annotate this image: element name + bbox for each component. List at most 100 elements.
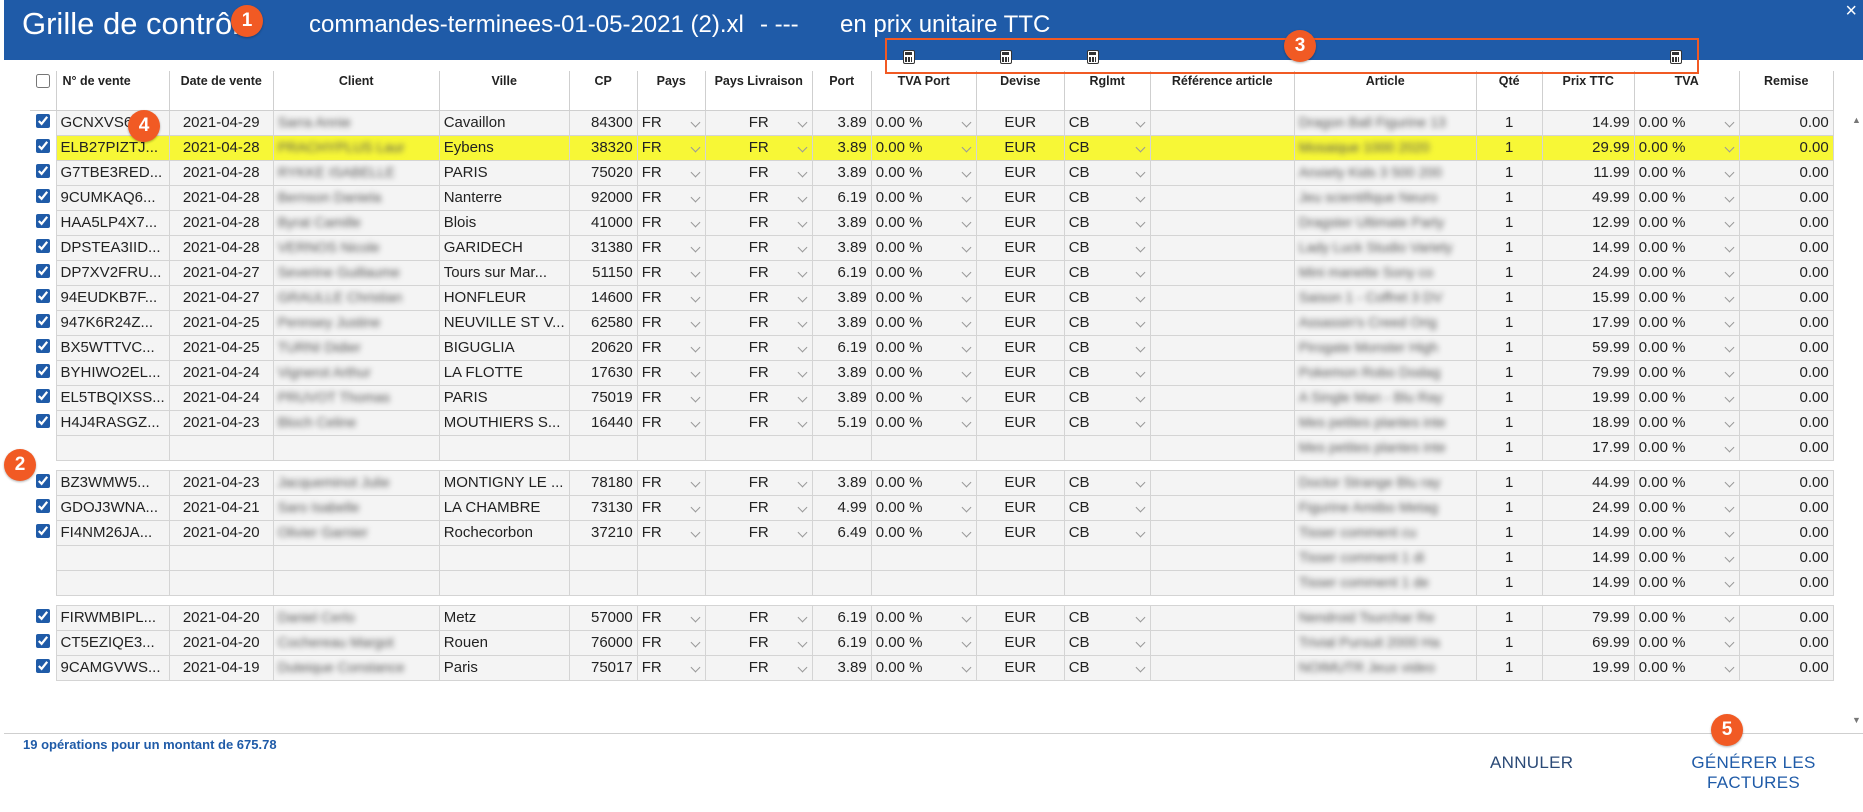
cell-port[interactable]: 6.19: [811, 184, 872, 211]
cell-date[interactable]: 2021-04-19: [168, 654, 274, 681]
cell-port[interactable]: 6.19: [811, 334, 872, 361]
cell-date[interactable]: [168, 569, 274, 596]
cell-article[interactable]: Trivial Pursuit 2000 Ha: [1293, 629, 1477, 656]
cell-cp[interactable]: 38320: [568, 134, 638, 161]
cell-article[interactable]: Dragon Ball Figurine 13: [1293, 109, 1477, 136]
row-checkbox[interactable]: [35, 288, 50, 303]
cell-port[interactable]: 6.19: [811, 604, 872, 631]
cell-tva-port[interactable]: 0.00 %: [870, 234, 977, 261]
cell-prix[interactable]: 49.99: [1541, 184, 1635, 211]
cell-ville[interactable]: [438, 544, 570, 571]
cell-cp[interactable]: 75019: [568, 384, 638, 411]
cell-rglmt[interactable]: CB: [1063, 469, 1151, 496]
cell-ref[interactable]: [1149, 284, 1295, 311]
row-checkbox[interactable]: [35, 473, 50, 488]
cell-livr[interactable]: FR: [704, 134, 813, 161]
cell-num[interactable]: DP7XV2FRU...: [55, 259, 170, 286]
cell-devise[interactable]: EUR: [975, 629, 1065, 656]
calculator-icon[interactable]: [1087, 50, 1099, 64]
cell-date[interactable]: 2021-04-28: [168, 234, 274, 261]
table-row[interactable]: G7TBE3RED... 2021-04-28 RYKKE ISABELLE PARI…: [30, 159, 1834, 186]
cell-tva[interactable]: 0.00 %: [1633, 309, 1740, 336]
cell-pays[interactable]: FR: [636, 519, 706, 546]
cell-rglmt[interactable]: CB: [1063, 409, 1151, 436]
col-header[interactable]: Remise: [1739, 71, 1834, 111]
col-header[interactable]: Qté: [1476, 71, 1543, 111]
cell-remise[interactable]: 0.00: [1738, 569, 1834, 596]
cell-client[interactable]: Pennsey Justine: [272, 309, 440, 336]
cell-ville[interactable]: MOUTHIERS S...: [438, 409, 570, 436]
cell-cp[interactable]: 73130: [568, 494, 638, 521]
cell-ref[interactable]: [1149, 434, 1295, 461]
cell-tva[interactable]: 0.00 %: [1633, 409, 1740, 436]
cell-tva[interactable]: 0.00 %: [1633, 629, 1740, 656]
row-checkbox[interactable]: [35, 608, 50, 623]
table-row[interactable]: 947K6R24Z... 2021-04-25 Pennsey Justine NEU…: [30, 309, 1834, 336]
cell-qte[interactable]: 1: [1475, 494, 1543, 521]
cell-tva-port[interactable]: 0.00 %: [870, 134, 977, 161]
cell-prix[interactable]: 12.99: [1541, 209, 1635, 236]
table-row[interactable]: ELB27PIZTJ... 2021-04-28 PRACHYPLUS Laur Ey…: [30, 134, 1834, 161]
cell-pays[interactable]: FR: [636, 654, 706, 681]
cell-devise[interactable]: EUR: [975, 159, 1065, 186]
cell-client[interactable]: [272, 544, 440, 571]
cell-date[interactable]: [168, 434, 274, 461]
cell-tva-port[interactable]: 0.00 %: [870, 384, 977, 411]
cell-article[interactable]: Doctor Strange Blu ray: [1293, 469, 1477, 496]
cell-tva-port[interactable]: 0.00 %: [870, 494, 977, 521]
cell-port[interactable]: 6.19: [811, 259, 872, 286]
cell-tva[interactable]: 0.00 %: [1633, 159, 1740, 186]
cancel-button[interactable]: ANNULER: [1484, 752, 1579, 774]
cell-client[interactable]: PRACHYPLUS Laur: [272, 134, 440, 161]
cell-pays[interactable]: FR: [636, 494, 706, 521]
cell-cp[interactable]: 31380: [568, 234, 638, 261]
cell-livr[interactable]: FR: [704, 654, 813, 681]
cell-qte[interactable]: 1: [1475, 409, 1543, 436]
cell-prix[interactable]: 14.99: [1541, 519, 1635, 546]
cell-cp[interactable]: 62580: [568, 309, 638, 336]
cell-client[interactable]: Duteique Constance: [272, 654, 440, 681]
cell-date[interactable]: 2021-04-25: [168, 309, 274, 336]
cell-remise[interactable]: 0.00: [1738, 654, 1834, 681]
cell-cp[interactable]: 78180: [568, 469, 638, 496]
col-header[interactable]: Client: [273, 71, 440, 111]
cell-client[interactable]: TURNI Didier: [272, 334, 440, 361]
cell-pays[interactable]: FR: [636, 629, 706, 656]
cell-devise[interactable]: EUR: [975, 259, 1065, 286]
cell-tva-port[interactable]: 0.00 %: [870, 159, 977, 186]
cell-client[interactable]: [272, 569, 440, 596]
cell-devise[interactable]: EUR: [975, 409, 1065, 436]
cell-port[interactable]: 5.19: [811, 409, 872, 436]
cell-client[interactable]: GRAULLE Christian: [272, 284, 440, 311]
cell-livr[interactable]: FR: [704, 284, 813, 311]
cell-ref[interactable]: [1149, 184, 1295, 211]
cell-rglmt[interactable]: CB: [1063, 519, 1151, 546]
cell-ref[interactable]: [1149, 494, 1295, 521]
cell-rglmt[interactable]: CB: [1063, 359, 1151, 386]
col-header[interactable]: Référence article: [1150, 71, 1295, 111]
cell-num[interactable]: FI4NM26JA...: [55, 519, 170, 546]
col-header[interactable]: TVA Port: [871, 71, 977, 111]
cell-num[interactable]: CT5EZIQE3...: [55, 629, 170, 656]
cell-tva-port[interactable]: 0.00 %: [870, 359, 977, 386]
cell-pays[interactable]: [636, 434, 706, 461]
cell-date[interactable]: 2021-04-27: [168, 284, 274, 311]
col-header[interactable]: Pays Livraison: [705, 71, 813, 111]
cell-devise[interactable]: EUR: [975, 519, 1065, 546]
cell-port[interactable]: 3.89: [811, 159, 872, 186]
cell-tva[interactable]: 0.00 %: [1633, 544, 1740, 571]
cell-cp[interactable]: 41000: [568, 209, 638, 236]
cell-article[interactable]: Tisser comment 1 de: [1293, 569, 1477, 596]
cell-rglmt[interactable]: CB: [1063, 184, 1151, 211]
cell-remise[interactable]: 0.00: [1738, 259, 1834, 286]
cell-qte[interactable]: 1: [1475, 544, 1543, 571]
cell-rglmt[interactable]: CB: [1063, 284, 1151, 311]
cell-qte[interactable]: 1: [1475, 309, 1543, 336]
cell-article[interactable]: Figurine Amiibo Metag: [1293, 494, 1477, 521]
cell-remise[interactable]: 0.00: [1738, 134, 1834, 161]
cell-rglmt[interactable]: CB: [1063, 629, 1151, 656]
cell-client[interactable]: Cochereau Margot: [272, 629, 440, 656]
cell-tva[interactable]: 0.00 %: [1633, 434, 1740, 461]
cell-ville[interactable]: [438, 569, 570, 596]
cell-client[interactable]: VERNOS Nicole: [272, 234, 440, 261]
